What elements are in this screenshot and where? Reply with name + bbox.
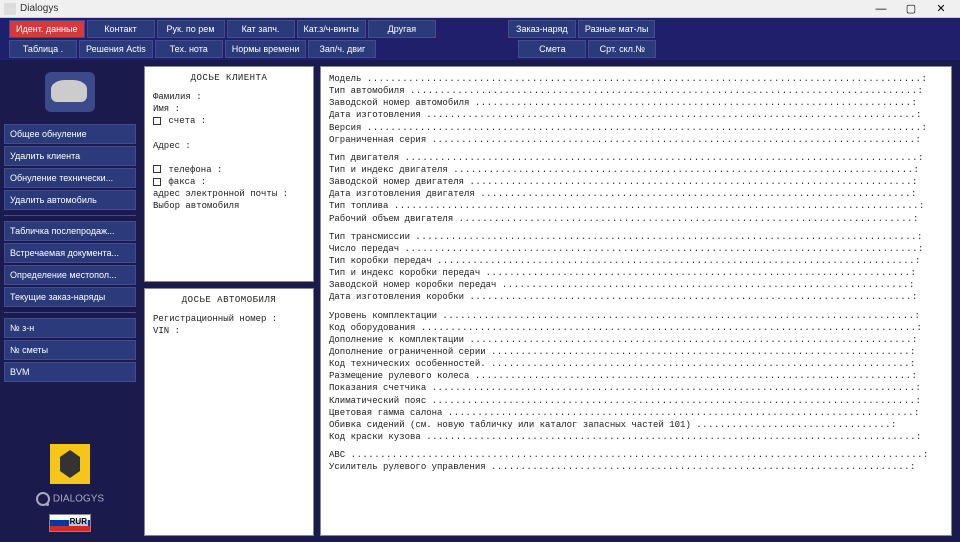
detail-field: ABC ....................................…: [329, 449, 943, 461]
detail-field: Уровень комплектации ...................…: [329, 310, 943, 322]
app-icon: [4, 3, 16, 15]
client-field: телефона :: [153, 164, 305, 176]
detail-field: Дата изготовления коробки ..............…: [329, 291, 943, 303]
detail-field: Число передач ..........................…: [329, 243, 943, 255]
sidebar-button[interactable]: Удалить клиента: [4, 146, 136, 166]
topnav-tab[interactable]: Рук. по рем: [157, 20, 225, 38]
topnav-tab: [438, 20, 506, 38]
detail-field: Показания счетчика .....................…: [329, 382, 943, 394]
detail-field: Тип и индекс коробки передач ...........…: [329, 267, 943, 279]
topnav-tab: [448, 40, 516, 58]
topnav-tab[interactable]: Кат запч.: [227, 20, 295, 38]
sidebar-button[interactable]: BVM: [4, 362, 136, 382]
client-field: [153, 152, 305, 164]
car-icon: [45, 72, 95, 112]
detail-field: Климатический пояс .....................…: [329, 395, 943, 407]
auto-panel-title: ДОСЬЕ АВТОМОБИЛЯ: [153, 295, 305, 305]
client-field: Адрес :: [153, 140, 305, 152]
client-field: [153, 127, 305, 139]
detail-field: Код оборудования .......................…: [329, 322, 943, 334]
top-nav: Идент. данныеКонтактРук. по ремКат запч.…: [0, 18, 960, 60]
sidebar-button[interactable]: Удалить автомобиль: [4, 190, 136, 210]
detail-field: Код краски кузова ......................…: [329, 431, 943, 443]
auto-field: Регистрационный номер :: [153, 313, 305, 325]
detail-field: Дополнение к комплектации ..............…: [329, 334, 943, 346]
window-title: Dialogys: [20, 3, 866, 14]
detail-field: Код технических особенностей. ..........…: [329, 358, 943, 370]
question-icon: [36, 492, 50, 506]
detail-field: Дата изготовления ......................…: [329, 109, 943, 121]
sidebar-button[interactable]: Табличка послепродаж...: [4, 221, 136, 241]
detail-field: Заводской номер двигателя ..............…: [329, 176, 943, 188]
client-field: Имя :: [153, 103, 305, 115]
brand-label: DIALOGYS: [4, 492, 136, 506]
topnav-tab[interactable]: Смета: [518, 40, 586, 58]
client-field: Фамилия :: [153, 91, 305, 103]
detail-field: Тип трансмиссии ........................…: [329, 231, 943, 243]
maximize-button[interactable]: ▢: [896, 1, 926, 17]
sidebar-button[interactable]: № сметы: [4, 340, 136, 360]
topnav-tab[interactable]: Контакт: [87, 20, 155, 38]
detail-field: Размещение рулевого колеса .............…: [329, 370, 943, 382]
divider: [4, 215, 136, 216]
client-field: факса :: [153, 176, 305, 188]
client-panel: ДОСЬЕ КЛИЕНТА Фамилия :Имя : счета : Адр…: [144, 66, 314, 282]
sidebar: Общее обнулениеУдалить клиентаОбнуление …: [0, 60, 140, 542]
detail-field: Усилитель рулевого управления ..........…: [329, 461, 943, 473]
topnav-tab: [378, 40, 446, 58]
divider: [4, 312, 136, 313]
client-panel-title: ДОСЬЕ КЛИЕНТА: [153, 73, 305, 83]
auto-field: VIN :: [153, 325, 305, 337]
detail-field: Заводской номер коробки передач ........…: [329, 279, 943, 291]
currency-label: RUR: [69, 517, 88, 526]
topnav-tab[interactable]: Тех. нота: [155, 40, 223, 58]
detail-field: Тип автомобиля .........................…: [329, 85, 943, 97]
detail-field: Дополнение ограниченной серии ..........…: [329, 346, 943, 358]
detail-field: Обивка сидений (см. новую табличку или к…: [329, 419, 943, 431]
detail-field: Ограниченная серия .....................…: [329, 134, 943, 146]
detail-field: Цветовая гамма салона ..................…: [329, 407, 943, 419]
topnav-tab[interactable]: Зап/ч. двиг: [308, 40, 376, 58]
sidebar-button[interactable]: Обнуление технически...: [4, 168, 136, 188]
renault-logo: [50, 444, 90, 484]
detail-field: Тип топлива ............................…: [329, 200, 943, 212]
detail-field: Модель .................................…: [329, 73, 943, 85]
sidebar-button[interactable]: Определение местопол...: [4, 265, 136, 285]
detail-field: Тип коробки передач ....................…: [329, 255, 943, 267]
topnav-tab[interactable]: Нормы времени: [225, 40, 307, 58]
topnav-tab[interactable]: Таблица .: [9, 40, 77, 58]
sidebar-button[interactable]: Встречаемая документа...: [4, 243, 136, 263]
window-buttons: — ▢ ✕: [866, 1, 956, 17]
topnav-tab[interactable]: Заказ-наряд: [508, 20, 576, 38]
topnav-tab[interactable]: Идент. данные: [9, 20, 85, 38]
detail-field: Тип и индекс двигателя .................…: [329, 164, 943, 176]
auto-panel: ДОСЬЕ АВТОМОБИЛЯ Регистрационный номер :…: [144, 288, 314, 536]
detail-field: Рабочий объем двигателя ................…: [329, 213, 943, 225]
title-bar: Dialogys — ▢ ✕: [0, 0, 960, 18]
language-selector[interactable]: RUR: [49, 514, 91, 532]
sidebar-button[interactable]: Текущие заказ-наряды: [4, 287, 136, 307]
topnav-tab[interactable]: Решения Actis: [79, 40, 153, 58]
topnav-tab[interactable]: Срт. скл.№: [588, 40, 656, 58]
client-field: счета :: [153, 115, 305, 127]
topnav-tab[interactable]: Разные мат-лы: [578, 20, 656, 38]
content-area: ДОСЬЕ КЛИЕНТА Фамилия :Имя : счета : Адр…: [140, 60, 960, 542]
client-field: Выбор автомобиля: [153, 200, 305, 212]
close-button[interactable]: ✕: [926, 1, 956, 17]
client-field: адрес электронной почты :: [153, 188, 305, 200]
topnav-tab[interactable]: Другая: [368, 20, 436, 38]
detail-field: Версия .................................…: [329, 122, 943, 134]
sidebar-button[interactable]: № з-н: [4, 318, 136, 338]
detail-field: Заводской номер автомобиля .............…: [329, 97, 943, 109]
detail-field: Тип двигателя ..........................…: [329, 152, 943, 164]
minimize-button[interactable]: —: [866, 1, 896, 17]
details-panel: Модель .................................…: [320, 66, 952, 536]
sidebar-button[interactable]: Общее обнуление: [4, 124, 136, 144]
topnav-tab[interactable]: Кат.з/ч-винты: [297, 20, 366, 38]
detail-field: Дата изготовления двигателя ............…: [329, 188, 943, 200]
